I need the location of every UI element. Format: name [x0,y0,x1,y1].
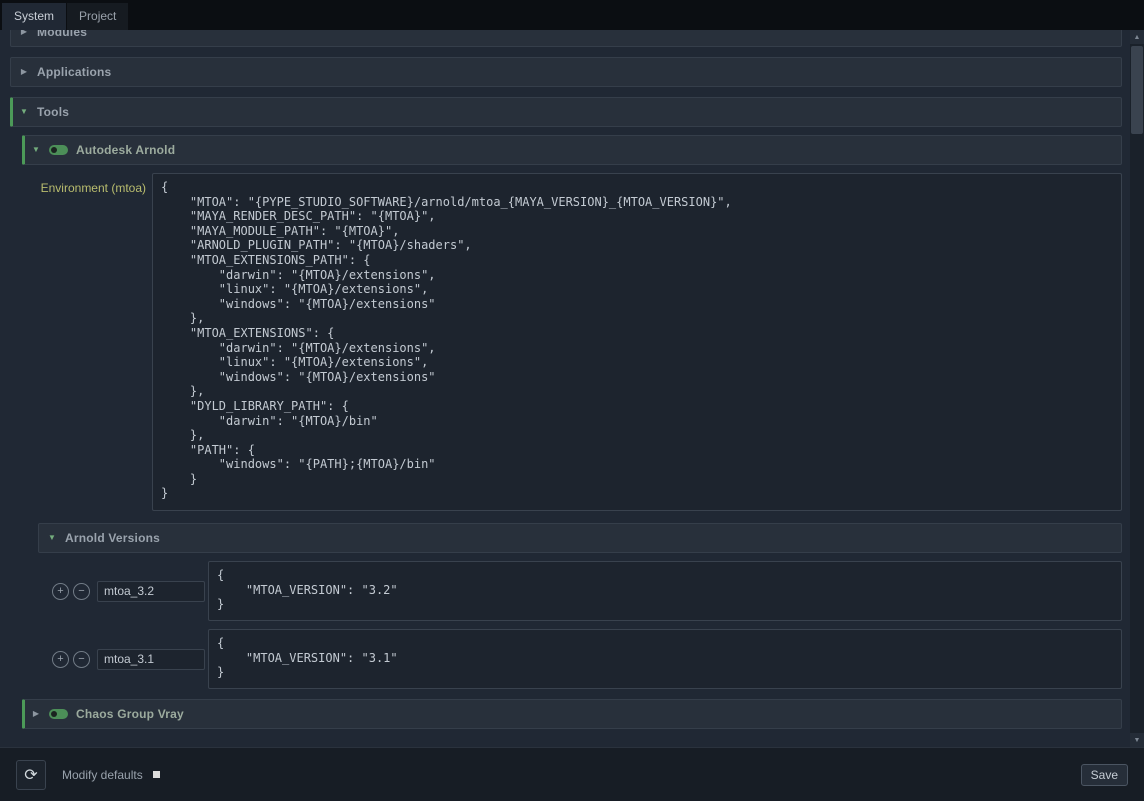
refresh-icon: ⟳ [24,765,37,785]
section-title: Applications [37,65,111,79]
vertical-scrollbar[interactable]: ▲ ▼ [1130,30,1144,747]
section-title: Arnold Versions [65,531,160,545]
tab-bar: System Project [0,0,1144,30]
arnold-section-body: Environment (mtoa) { "MTOA": "{PYPE_STUD… [22,173,1122,689]
section-header-tools[interactable]: ▼ Tools [10,97,1122,127]
tab-project[interactable]: Project [67,3,128,30]
environment-label: Environment (mtoa) [22,173,152,195]
collapse-arrow-icon: ▶ [19,68,29,76]
tools-section-body: ▼ Autodesk Arnold Environment (mtoa) { "… [22,135,1122,729]
tab-system[interactable]: System [2,3,66,30]
settings-scroll-area: ▶ Modules ▶ Applications ▼ Tools ▼ Autod… [0,30,1130,747]
section-header-applications[interactable]: ▶ Applications [10,57,1122,87]
enabled-toggle-icon[interactable] [49,709,68,719]
collapse-arrow-icon: ▶ [19,30,29,36]
collapse-arrow-icon: ▼ [31,146,41,154]
section-title: Tools [37,105,69,119]
section-header-modules[interactable]: ▶ Modules [10,30,1122,47]
remove-item-button[interactable]: − [73,651,90,668]
section-header-arnold-versions[interactable]: ▼ Arnold Versions [38,523,1122,553]
save-button[interactable]: Save [1081,764,1128,786]
version-row: + − { "MTOA_VERSION": "3.1" } [38,629,1122,689]
section-title: Autodesk Arnold [76,143,175,157]
version-row-controls: + − [38,581,208,602]
refresh-button[interactable]: ⟳ [16,760,46,790]
add-item-button[interactable]: + [52,651,69,668]
scrollbar-thumb[interactable] [1131,46,1143,134]
environment-row: Environment (mtoa) { "MTOA": "{PYPE_STUD… [22,173,1122,511]
collapse-arrow-icon: ▼ [47,534,57,542]
footer-bar: ⟳ Modify defaults Save [0,747,1144,801]
remove-item-button[interactable]: − [73,583,90,600]
section-title: Chaos Group Vray [76,707,184,721]
collapse-arrow-icon: ▶ [31,710,41,718]
version-json-input[interactable]: { "MTOA_VERSION": "3.2" } [208,561,1122,621]
scroll-down-icon[interactable]: ▼ [1130,733,1144,747]
section-title: Modules [37,30,87,39]
modify-defaults-label: Modify defaults [62,768,143,782]
version-key-input[interactable] [97,581,205,602]
version-row: + − { "MTOA_VERSION": "3.2" } [38,561,1122,621]
version-row-controls: + − [38,649,208,670]
enabled-toggle-icon[interactable] [49,145,68,155]
scrollbar-track[interactable] [1130,44,1144,733]
settings-window: System Project ▶ Modules ▶ Applications … [0,0,1144,801]
section-header-chaos-group-vray[interactable]: ▶ Chaos Group Vray [22,699,1122,729]
collapse-arrow-icon: ▼ [19,108,29,116]
settings-main: ▶ Modules ▶ Applications ▼ Tools ▼ Autod… [0,30,1144,747]
modify-defaults-checkbox[interactable] [153,771,160,778]
section-header-autodesk-arnold[interactable]: ▼ Autodesk Arnold [22,135,1122,165]
environment-json-input[interactable]: { "MTOA": "{PYPE_STUDIO_SOFTWARE}/arnold… [152,173,1122,511]
scroll-up-icon[interactable]: ▲ [1130,30,1144,44]
add-item-button[interactable]: + [52,583,69,600]
version-json-input[interactable]: { "MTOA_VERSION": "3.1" } [208,629,1122,689]
version-key-input[interactable] [97,649,205,670]
